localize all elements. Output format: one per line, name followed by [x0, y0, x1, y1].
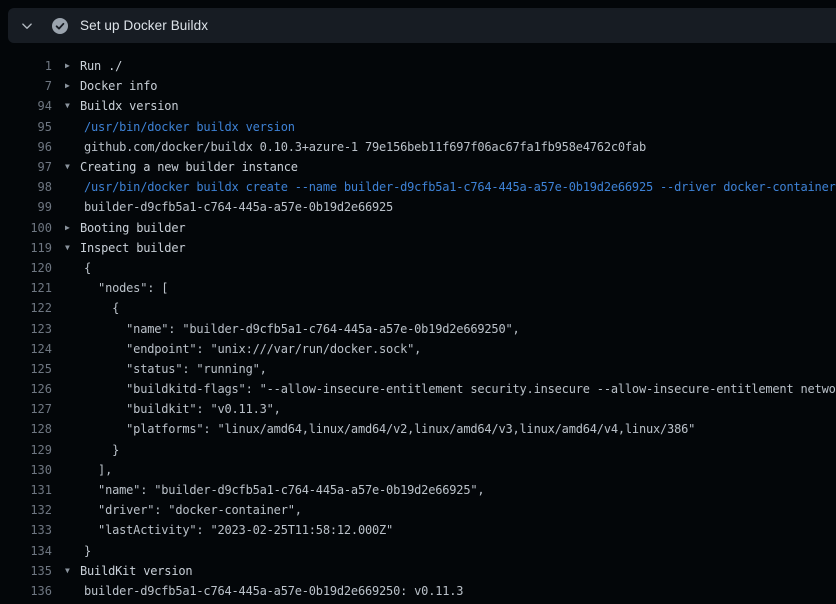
line-number[interactable]: 135	[0, 564, 52, 578]
check-circle-icon	[52, 18, 68, 34]
expanded-group-icon: ▼	[52, 238, 80, 258]
line-number[interactable]: 98	[0, 180, 52, 194]
line-text: "name": "builder-d9cfb5a1-c764-445a-a57e…	[80, 322, 836, 336]
line-number[interactable]: 126	[0, 382, 52, 396]
log-line[interactable]: 97 ▼ Creating a new builder instance	[0, 157, 836, 177]
line-text: {	[80, 261, 836, 275]
log-line: 95 /usr/bin/docker buildx version	[0, 117, 836, 137]
line-number[interactable]: 131	[0, 483, 52, 497]
log-line[interactable]: 135 ▼ BuildKit version	[0, 561, 836, 581]
line-number[interactable]: 123	[0, 322, 52, 336]
line-text: "status": "running",	[80, 362, 836, 376]
log-line[interactable]: 7 ▶ Docker info	[0, 76, 836, 96]
log-line[interactable]: 94 ▼ Buildx version	[0, 96, 836, 116]
log-viewer: Set up Docker Buildx 1 ▶ Run ./ 7 ▶ Dock…	[0, 0, 836, 604]
line-text: "lastActivity": "2023-02-25T11:58:12.000…	[80, 523, 836, 537]
log-line: 125 "status": "running",	[0, 359, 836, 379]
log-line: 132 "driver": "docker-container",	[0, 500, 836, 520]
line-number[interactable]: 1	[0, 59, 52, 73]
line-text: Docker info	[80, 79, 836, 93]
log-line: 99 builder-d9cfb5a1-c764-445a-a57e-0b19d…	[0, 197, 836, 217]
line-text: {	[80, 301, 836, 315]
expanded-group-icon: ▼	[52, 157, 80, 177]
step-header[interactable]: Set up Docker Buildx	[8, 8, 836, 43]
log-line: 124 "endpoint": "unix:///var/run/docker.…	[0, 339, 836, 359]
line-number[interactable]: 129	[0, 443, 52, 457]
collapsed-group-icon: ▶	[52, 56, 80, 76]
log-line: 136 builder-d9cfb5a1-c764-445a-a57e-0b19…	[0, 581, 836, 601]
line-text: "endpoint": "unix:///var/run/docker.sock…	[80, 342, 836, 356]
line-number[interactable]: 7	[0, 79, 52, 93]
line-number[interactable]: 122	[0, 301, 52, 315]
log-line: 127 "buildkit": "v0.11.3",	[0, 399, 836, 419]
line-number[interactable]: 130	[0, 463, 52, 477]
log-line: 134 }	[0, 541, 836, 561]
line-text: BuildKit version	[80, 564, 836, 578]
line-text: "driver": "docker-container",	[80, 503, 836, 517]
line-text: }	[80, 544, 836, 558]
line-number[interactable]: 124	[0, 342, 52, 356]
line-number[interactable]: 121	[0, 281, 52, 295]
log-line: 131 "name": "builder-d9cfb5a1-c764-445a-…	[0, 480, 836, 500]
line-number[interactable]: 97	[0, 160, 52, 174]
line-number[interactable]: 136	[0, 584, 52, 598]
line-text: /usr/bin/docker buildx create --name bui…	[80, 180, 836, 194]
log-line[interactable]: 1 ▶ Run ./	[0, 56, 836, 76]
log-line: 123 "name": "builder-d9cfb5a1-c764-445a-…	[0, 318, 836, 338]
line-number[interactable]: 132	[0, 503, 52, 517]
log-line: 128 "platforms": "linux/amd64,linux/amd6…	[0, 419, 836, 439]
log-line: 96 github.com/docker/buildx 0.10.3+azure…	[0, 137, 836, 157]
expanded-group-icon: ▼	[52, 96, 80, 116]
line-number[interactable]: 120	[0, 261, 52, 275]
log-line: 122 {	[0, 298, 836, 318]
line-text: Run ./	[80, 59, 836, 73]
step-title: Set up Docker Buildx	[80, 18, 208, 33]
line-text: Inspect builder	[80, 241, 836, 255]
line-number[interactable]: 95	[0, 120, 52, 134]
line-text: "nodes": [	[80, 281, 836, 295]
line-text: }	[80, 443, 836, 457]
log-line: 120 {	[0, 258, 836, 278]
line-text: Buildx version	[80, 99, 836, 113]
line-number[interactable]: 125	[0, 362, 52, 376]
line-text: "buildkit": "v0.11.3",	[80, 402, 836, 416]
line-number[interactable]: 128	[0, 422, 52, 436]
line-number[interactable]: 119	[0, 241, 52, 255]
line-text: /usr/bin/docker buildx version	[80, 120, 836, 134]
log-line: 98 /usr/bin/docker buildx create --name …	[0, 177, 836, 197]
log-line[interactable]: 100 ▶ Booting builder	[0, 218, 836, 238]
line-text: builder-d9cfb5a1-c764-445a-a57e-0b19d2e6…	[80, 200, 836, 214]
line-text: ],	[80, 463, 836, 477]
line-number[interactable]: 100	[0, 221, 52, 235]
line-text: builder-d9cfb5a1-c764-445a-a57e-0b19d2e6…	[80, 584, 836, 598]
log-line: 126 "buildkitd-flags": "--allow-insecure…	[0, 379, 836, 399]
line-number[interactable]: 127	[0, 402, 52, 416]
log-line: 133 "lastActivity": "2023-02-25T11:58:12…	[0, 520, 836, 540]
line-number[interactable]: 134	[0, 544, 52, 558]
log-line: 121 "nodes": [	[0, 278, 836, 298]
log-line[interactable]: 119 ▼ Inspect builder	[0, 238, 836, 258]
log-lines: 1 ▶ Run ./ 7 ▶ Docker info 94 ▼ Buildx v…	[0, 56, 836, 604]
chevron-down-icon[interactable]	[20, 19, 34, 33]
line-text: "platforms": "linux/amd64,linux/amd64/v2…	[80, 422, 836, 436]
log-line: 130 ],	[0, 460, 836, 480]
line-number[interactable]: 94	[0, 99, 52, 113]
line-number[interactable]: 133	[0, 523, 52, 537]
line-number[interactable]: 99	[0, 200, 52, 214]
line-text: "name": "builder-d9cfb5a1-c764-445a-a57e…	[80, 483, 836, 497]
line-text: "buildkitd-flags": "--allow-insecure-ent…	[80, 382, 836, 396]
collapsed-group-icon: ▶	[52, 218, 80, 238]
line-text: github.com/docker/buildx 0.10.3+azure-1 …	[80, 140, 836, 154]
line-text: Creating a new builder instance	[80, 160, 836, 174]
collapsed-group-icon: ▶	[52, 76, 80, 96]
expanded-group-icon: ▼	[52, 561, 80, 581]
line-number[interactable]: 96	[0, 140, 52, 154]
log-line: 129 }	[0, 440, 836, 460]
line-text: Booting builder	[80, 221, 836, 235]
